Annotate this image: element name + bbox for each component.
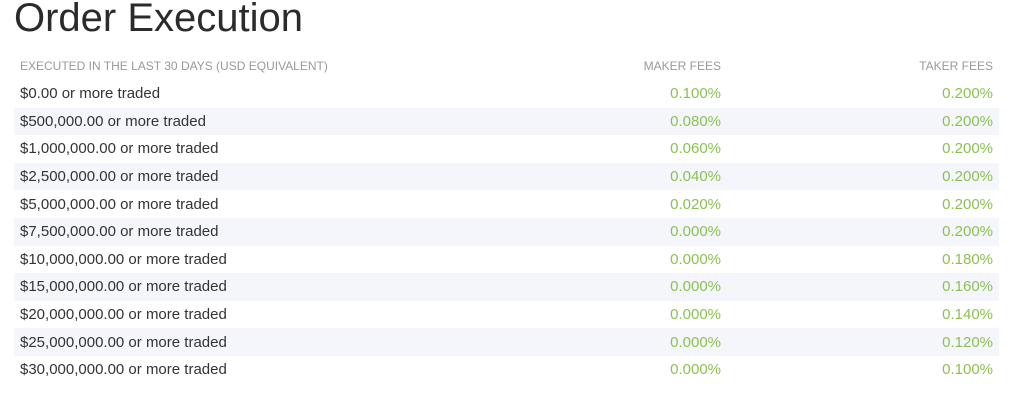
taker-fee-cell: 0.200% — [942, 223, 993, 241]
table-row: $15,000,000.00 or more traded 0.000% 0.1… — [14, 273, 999, 301]
maker-fee-cell: 0.020% — [670, 195, 721, 213]
maker-fee-cell: 0.000% — [670, 333, 721, 351]
maker-fee-cell: 0.040% — [670, 168, 721, 186]
taker-fee-cell: 0.180% — [942, 250, 993, 268]
maker-fee-cell: 0.000% — [670, 306, 721, 324]
maker-fee-cell: 0.000% — [670, 361, 721, 379]
volume-cell: $10,000,000.00 or more traded — [20, 250, 227, 268]
taker-fee-cell: 0.200% — [942, 140, 993, 158]
volume-cell: $30,000,000.00 or more traded — [20, 361, 227, 379]
volume-cell: $0.00 or more traded — [20, 85, 161, 103]
table-row: $0.00 or more traded 0.100% 0.200% — [14, 80, 999, 108]
taker-fee-cell: 0.140% — [942, 306, 993, 324]
table-row: $5,000,000.00 or more traded 0.020% 0.20… — [14, 190, 999, 218]
volume-cell: $20,000,000.00 or more traded — [20, 306, 227, 324]
fee-schedule-table: EXECUTED IN THE LAST 30 DAYS (USD EQUIVA… — [14, 52, 999, 384]
table-header-row: EXECUTED IN THE LAST 30 DAYS (USD EQUIVA… — [14, 52, 999, 80]
table-row: $7,500,000.00 or more traded 0.000% 0.20… — [14, 217, 999, 246]
table-row: $20,000,000.00 or more traded 0.000% 0.1… — [14, 301, 999, 329]
table-row: $1,000,000.00 or more traded 0.060% 0.20… — [14, 135, 999, 163]
maker-fee-cell: 0.000% — [670, 278, 721, 296]
maker-fee-cell: 0.000% — [670, 223, 721, 241]
volume-cell: $5,000,000.00 or more traded — [20, 195, 219, 213]
page: Order Execution EXECUTED IN THE LAST 30 … — [0, 0, 1024, 404]
taker-fee-cell: 0.200% — [942, 168, 993, 186]
taker-fee-cell: 0.200% — [942, 85, 993, 103]
maker-fee-cell: 0.100% — [670, 85, 721, 103]
taker-fee-cell: 0.100% — [942, 361, 993, 379]
volume-cell: $7,500,000.00 or more traded — [20, 223, 219, 241]
table-row: $2,500,000.00 or more traded 0.040% 0.20… — [14, 162, 999, 191]
table-row: $500,000.00 or more traded 0.080% 0.200% — [14, 107, 999, 136]
volume-cell: $25,000,000.00 or more traded — [20, 333, 227, 351]
table-row: $30,000,000.00 or more traded 0.000% 0.1… — [14, 356, 999, 384]
column-header-taker-fees: TAKER FEES — [919, 59, 993, 73]
volume-cell: $15,000,000.00 or more traded — [20, 278, 227, 296]
maker-fee-cell: 0.060% — [670, 140, 721, 158]
table-row: $10,000,000.00 or more traded 0.000% 0.1… — [14, 246, 999, 274]
column-header-maker-fees: MAKER FEES — [643, 59, 721, 73]
taker-fee-cell: 0.120% — [942, 333, 993, 351]
taker-fee-cell: 0.160% — [942, 278, 993, 296]
table-row: $25,000,000.00 or more traded 0.000% 0.1… — [14, 328, 999, 356]
volume-cell: $2,500,000.00 or more traded — [20, 168, 219, 186]
volume-cell: $500,000.00 or more traded — [20, 112, 206, 130]
volume-cell: $1,000,000.00 or more traded — [20, 140, 219, 158]
maker-fee-cell: 0.000% — [670, 250, 721, 268]
maker-fee-cell: 0.080% — [670, 112, 721, 130]
taker-fee-cell: 0.200% — [942, 112, 993, 130]
page-title: Order Execution — [14, 0, 304, 40]
taker-fee-cell: 0.200% — [942, 195, 993, 213]
column-header-volume: EXECUTED IN THE LAST 30 DAYS (USD EQUIVA… — [20, 59, 328, 73]
